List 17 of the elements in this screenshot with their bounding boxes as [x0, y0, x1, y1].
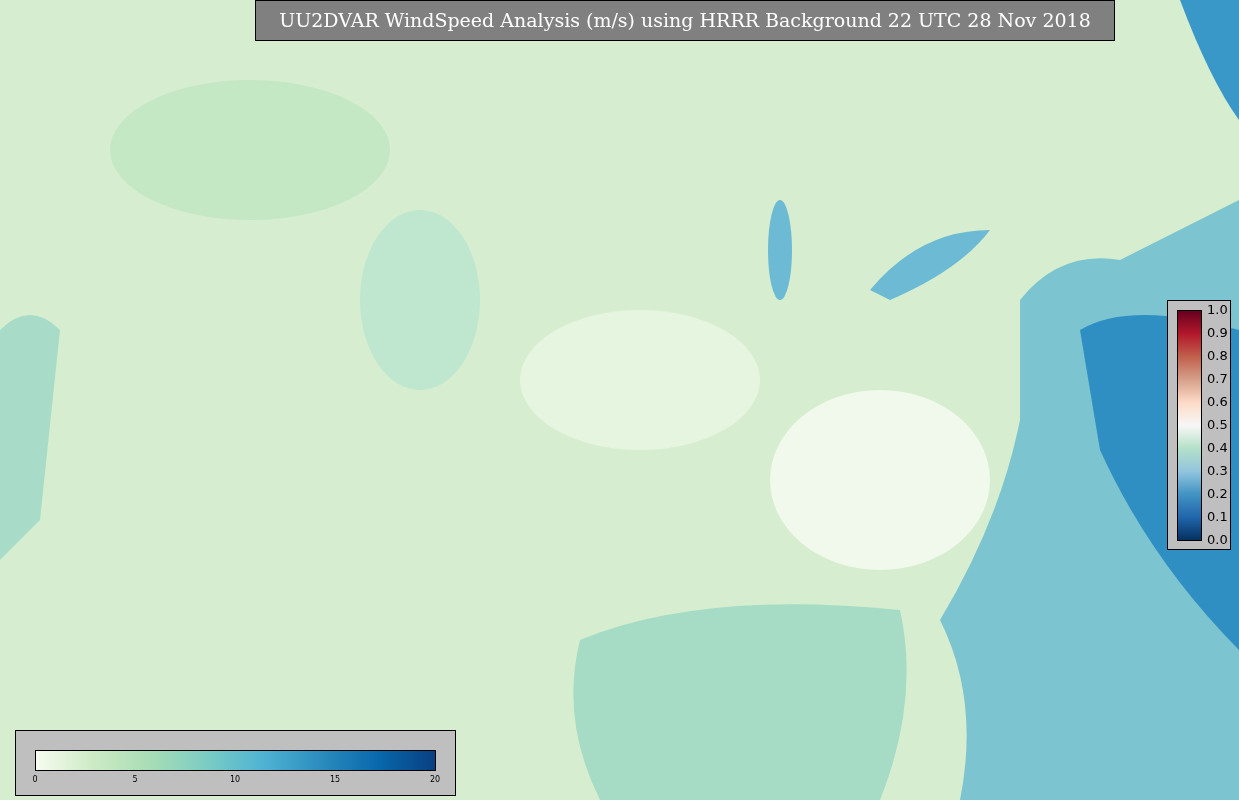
tick-label: 0.9: [1207, 326, 1228, 340]
tick-label: 0.6: [1207, 395, 1228, 409]
tick-label: 0.8: [1207, 349, 1228, 363]
tick-label: 0.3: [1207, 464, 1228, 478]
tick-label: 10: [229, 775, 241, 785]
chart-title: UU2DVAR WindSpeed Analysis (m/s) using HRRR Background 22 UTC 28 Nov 2018: [255, 0, 1115, 41]
tick-label: 20: [429, 775, 441, 785]
tick-label: 1.0: [1207, 303, 1228, 317]
tick-label: 0.1: [1207, 510, 1228, 524]
tick-label: 15: [329, 775, 341, 785]
tick-label: 0: [32, 775, 38, 785]
tick-label: 5: [132, 775, 138, 785]
tick-label: 0.7: [1207, 372, 1228, 386]
tick-label: 0.4: [1207, 441, 1228, 455]
tick-label: 0.5: [1207, 418, 1228, 432]
tick-label: 0.2: [1207, 487, 1228, 501]
tick-label: 0.0: [1207, 533, 1228, 547]
